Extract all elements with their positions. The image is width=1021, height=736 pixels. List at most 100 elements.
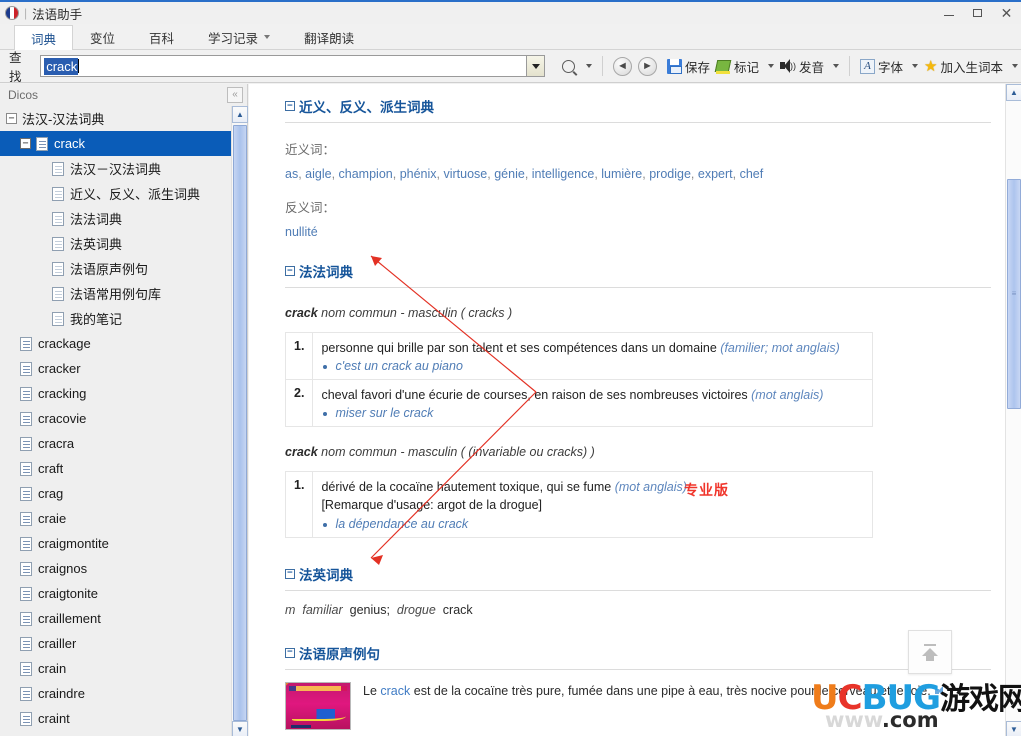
definition-table: 1.dérivé de la cocaïne hautement toxique… <box>285 471 873 537</box>
document-icon <box>20 387 32 401</box>
tree-item-craft[interactable]: craft <box>0 456 232 481</box>
word-link[interactable]: expert <box>698 167 733 181</box>
word-link[interactable]: chef <box>740 167 764 181</box>
word-link[interactable]: aigle <box>305 167 331 181</box>
chevron-double-left-icon[interactable]: « <box>227 87 243 103</box>
document-icon <box>36 137 48 151</box>
sidebar-scroll-thumb[interactable] <box>233 125 247 721</box>
synonyms-list[interactable]: as, aigle, champion, phénix, virtuose, g… <box>285 167 991 181</box>
tree-item-craillement[interactable]: craillement <box>0 606 232 631</box>
chevron-down-icon <box>264 35 270 39</box>
document-icon <box>52 237 64 251</box>
definition-panel[interactable]: − 近义、反义、派生词典 近义词： as, aigle, champion, p… <box>249 84 1005 736</box>
tree-item-craint[interactable]: craint <box>0 706 232 731</box>
search-history-dropdown[interactable] <box>526 55 545 77</box>
tree-item-法英词典[interactable]: 法英词典 <box>0 231 232 256</box>
tree-item-我的笔记[interactable]: 我的笔记 <box>0 306 232 331</box>
section-header-ff[interactable]: − 法法词典 <box>285 261 991 281</box>
word-link[interactable]: champion <box>339 167 393 181</box>
document-icon <box>20 437 32 451</box>
scroll-down-button[interactable]: ▼ <box>1006 721 1021 736</box>
tree-item-crag[interactable]: crag <box>0 481 232 506</box>
tree-item-crain[interactable]: crain <box>0 656 232 681</box>
section-header-fe[interactable]: − 法英词典 <box>285 564 991 584</box>
section-header-synonyms[interactable]: − 近义、反义、派生词典 <box>285 96 991 116</box>
tree-expander-icon[interactable]: − <box>20 138 31 149</box>
tree-item-craignos[interactable]: craignos <box>0 556 232 581</box>
font-button[interactable]: A 字体 <box>857 54 921 78</box>
section-divider <box>285 287 991 288</box>
tree-item-法汉－汉法词典[interactable]: 法汉－汉法词典 <box>0 156 232 181</box>
back-button[interactable]: ◄ <box>610 54 635 78</box>
tree-item-craie[interactable]: craie <box>0 506 232 531</box>
tree-item-cracking[interactable]: cracking <box>0 381 232 406</box>
forward-button[interactable]: ► <box>635 54 660 78</box>
scroll-to-top-button[interactable] <box>908 630 952 674</box>
content-scrollbar[interactable]: ▲ ≡ ▼ <box>1005 84 1021 736</box>
tab-study-record[interactable]: 学习记录 <box>191 24 287 49</box>
tree-item-crailler[interactable]: crailler <box>0 631 232 656</box>
tree-item-crack[interactable]: −crack <box>0 131 232 156</box>
search-input[interactable]: crack <box>40 55 545 77</box>
section-title-fe: 法英词典 <box>299 564 353 584</box>
tab-encyclopedia[interactable]: 百科 <box>132 24 191 49</box>
add-vocab-button[interactable]: ★ 加入生词本 <box>921 54 1021 78</box>
tree-item-craindre[interactable]: craindre <box>0 681 232 706</box>
scroll-up-button[interactable]: ▲ <box>1006 84 1021 101</box>
antonyms-list[interactable]: nullité <box>285 225 991 239</box>
word-link[interactable]: prodige <box>649 167 691 181</box>
definition-row: 2.cheval favori d'une écurie de courses,… <box>286 380 873 427</box>
course-cover-thumbnail[interactable] <box>285 682 351 730</box>
dictionary-tree[interactable]: −法汉-汉法词典−crack法汉－汉法词典近义、反义、派生词典法法词典法英词典法… <box>0 106 232 736</box>
save-button[interactable]: 保存 <box>664 54 713 78</box>
definition-number: 2. <box>286 380 313 427</box>
tree-item-cracra[interactable]: cracra <box>0 431 232 456</box>
tree-item-label: cracker <box>38 361 81 376</box>
mark-button[interactable]: 标记 <box>713 54 777 78</box>
tree-item-cracker[interactable]: cracker <box>0 356 232 381</box>
tree-item-label: crain <box>38 661 66 676</box>
title-bar: | 法语助手 ✕ <box>0 2 1021 24</box>
sidebar-scrollbar[interactable]: ▲ ▼ <box>231 106 247 736</box>
collapse-toggle-icon[interactable]: − <box>285 648 295 658</box>
section-title-synonyms: 近义、反义、派生词典 <box>299 96 434 116</box>
pronounce-button[interactable]: )) 发音 <box>777 54 842 78</box>
maximize-button[interactable] <box>963 3 992 23</box>
tree-item-法法词典[interactable]: 法法词典 <box>0 206 232 231</box>
collapse-toggle-icon[interactable]: − <box>285 101 295 111</box>
close-button[interactable]: ✕ <box>992 3 1021 23</box>
tab-conjugation[interactable]: 变位 <box>73 24 132 49</box>
word-link[interactable]: intelligence <box>532 167 595 181</box>
tree-item-近义、反义、派生词典[interactable]: 近义、反义、派生词典 <box>0 181 232 206</box>
word-link[interactable]: lumière <box>601 167 642 181</box>
thumbnail-footer-bar <box>291 725 311 728</box>
tree-item-cracovie[interactable]: cracovie <box>0 406 232 431</box>
tree-item-法汉-汉法词典[interactable]: −法汉-汉法词典 <box>0 106 232 131</box>
arrow-right-icon: ► <box>638 57 657 76</box>
word-link[interactable]: génie <box>494 167 525 181</box>
tree-item-crackage[interactable]: crackage <box>0 331 232 356</box>
word-link[interactable]: nullité <box>285 225 318 239</box>
minimize-button[interactable] <box>934 3 963 23</box>
search-button[interactable] <box>559 54 595 78</box>
tree-item-label: 法汉-汉法词典 <box>22 109 104 128</box>
tree-item-craigmontite[interactable]: craigmontite <box>0 531 232 556</box>
window-controls: ✕ <box>934 2 1021 24</box>
tree-expander-icon[interactable]: − <box>6 113 17 124</box>
tree-item-法语原声例句[interactable]: 法语原声例句 <box>0 256 232 281</box>
scroll-up-button[interactable]: ▲ <box>232 106 248 123</box>
collapse-toggle-icon[interactable]: − <box>285 569 295 579</box>
content-scroll-thumb[interactable]: ≡ <box>1007 179 1021 409</box>
word-link[interactable]: phénix <box>400 167 437 181</box>
document-icon <box>20 412 32 426</box>
entry-grammar: nom commun - masculin ( (invariable ou c… <box>318 445 595 459</box>
tab-translate-read[interactable]: 翻译朗读 <box>287 24 371 49</box>
word-link[interactable]: virtuose <box>443 167 487 181</box>
scroll-down-button[interactable]: ▼ <box>232 721 248 736</box>
collapse-toggle-icon[interactable]: − <box>285 266 295 276</box>
word-link[interactable]: as <box>285 167 298 181</box>
tree-item-法语常用例句库[interactable]: 法语常用例句库 <box>0 281 232 306</box>
speaker-icon[interactable] <box>935 686 948 697</box>
tree-item-craigtonite[interactable]: craigtonite <box>0 581 232 606</box>
section-header-audio[interactable]: − 法语原声例句 <box>285 643 991 663</box>
